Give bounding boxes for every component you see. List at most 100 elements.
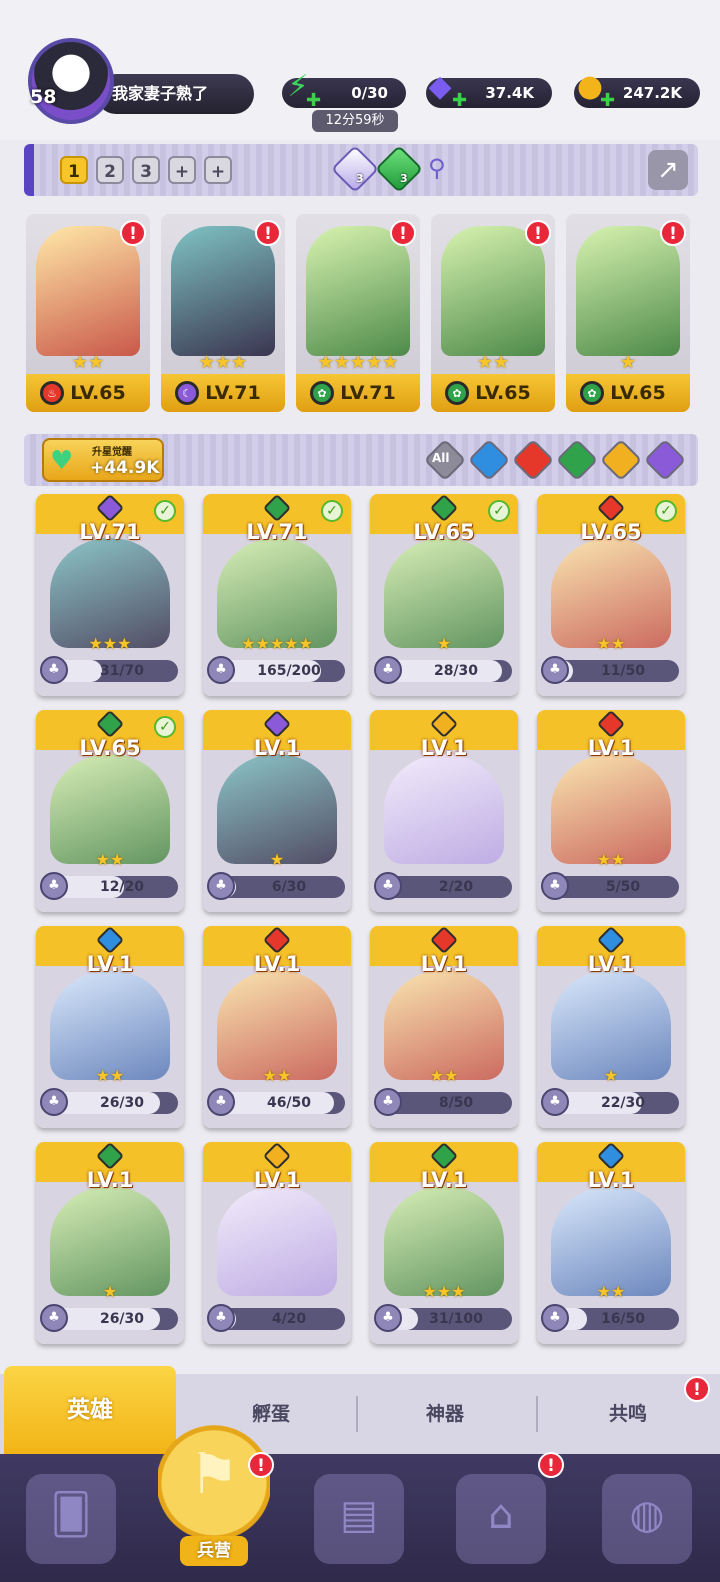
share-icon[interactable]: ↗ [648, 150, 688, 190]
fragment-icon: ♣ [207, 656, 235, 684]
team-hero-card[interactable]: ★★★ LV.71 ☾ ! [161, 214, 285, 412]
fragment-count: 2/20 [438, 879, 474, 895]
fragment-count: 22/30 [600, 1095, 646, 1111]
team-hero-card[interactable]: ★★ LV.65 ♨ ! [26, 214, 150, 412]
hero-level: LV.65 [413, 520, 475, 544]
fragment-count: 5/50 [605, 879, 641, 895]
hero-card[interactable]: ✓ LV.65 ★★ ♣ 11/50 [537, 494, 685, 696]
team-tab-1[interactable]: 1 [60, 156, 88, 184]
fragment-icon: ♣ [40, 656, 68, 684]
hero-portrait [217, 970, 337, 1080]
water-element-icon [596, 926, 626, 955]
hero-stars: ★ [603, 1066, 619, 1085]
team-tab-add-2[interactable]: + [204, 156, 232, 184]
hero-portrait [576, 226, 680, 356]
hero-card[interactable]: LV.1 ★★ ♣ 5/50 [537, 710, 685, 912]
fragment-count: 46/50 [266, 1095, 312, 1111]
energy-timer: 12分59秒 [312, 110, 398, 132]
awaken-label: 升星觉醒 [92, 447, 132, 458]
player-avatar[interactable] [28, 38, 114, 124]
filter-dark-icon[interactable] [643, 438, 687, 482]
fragment-count: 12/20 [99, 879, 145, 895]
fragment-icon: ♣ [40, 872, 68, 900]
hero-level: LV.71 [79, 520, 141, 544]
player-level: 58 [30, 86, 57, 108]
top-bar: 58 我家妻子熟了 0/30 ⚡ ✚ 12分59秒 37.4K ◆ ✚ 247.… [0, 0, 720, 140]
hero-card[interactable]: LV.1 ★★ ♣ 16/50 [537, 1142, 685, 1344]
nav-guild[interactable]: ◍ [602, 1474, 692, 1564]
hero-card[interactable]: LV.1 ★ ♣ 22/30 [537, 926, 685, 1128]
team-tab-add-1[interactable]: + [168, 156, 196, 184]
hero-level: LV.1 [587, 736, 635, 760]
filter-water-icon[interactable] [467, 438, 511, 482]
team-hero-card[interactable]: ★ LV.65 ✿ ! [566, 214, 690, 412]
hero-portrait [384, 1186, 504, 1296]
filter-light-icon[interactable] [599, 438, 643, 482]
hero-card[interactable]: ✓ LV.71 ★★★ ♣ 31/70 [36, 494, 184, 696]
coin-add-icon[interactable]: ✚ [600, 90, 615, 111]
fire-element-icon [596, 494, 626, 523]
dark-element-icon [262, 710, 292, 739]
search-icon[interactable]: ⚲ [428, 154, 446, 182]
barracks-alert-badge: ! [248, 1452, 274, 1478]
team-hero-card[interactable]: ★★ LV.65 ✿ ! [431, 214, 555, 412]
gem-value: 37.4K [485, 84, 534, 102]
team-hero-card[interactable]: ★★★★★ LV.71 ✿ ! [296, 214, 420, 412]
tab-artifacts[interactable]: 神器 [358, 1374, 532, 1454]
hero-card[interactable]: LV.1 ♣ 4/20 [203, 1142, 351, 1344]
filter-fire-icon[interactable] [511, 438, 555, 482]
filter-nature-icon[interactable] [555, 438, 599, 482]
hero-level: LV.1 [253, 952, 301, 976]
team-tab-2[interactable]: 2 [96, 156, 124, 184]
player-name[interactable]: 我家妻子熟了 [96, 74, 254, 114]
nature-element-icon: ✿ [310, 381, 334, 405]
energy-add-icon[interactable]: ✚ [306, 90, 321, 111]
hero-card[interactable]: LV.1 ★★★ ♣ 31/100 [370, 1142, 518, 1344]
nav-cards[interactable]: 🂠 [26, 1474, 116, 1564]
fragment-icon: ♣ [541, 872, 569, 900]
gem-add-icon[interactable]: ✚ [452, 90, 467, 111]
nav-castle[interactable]: ⌂ [456, 1474, 546, 1564]
hero-alert-badge: ! [120, 220, 146, 246]
hero-card[interactable]: LV.1 ♣ 2/20 [370, 710, 518, 912]
fragment-progress-bar: ♣ 46/50 [207, 1088, 345, 1116]
hero-card[interactable]: ✓ LV.71 ★★★★★ ♣ 165/200 [203, 494, 351, 696]
light-gem-count: 3 [356, 172, 364, 185]
tab-heroes[interactable]: 英雄 [4, 1366, 176, 1454]
nature-element-icon [429, 1142, 459, 1171]
hero-portrait [384, 538, 504, 648]
water-element-icon [95, 926, 125, 955]
hero-card[interactable]: LV.1 ★ ♣ 6/30 [203, 710, 351, 912]
fragment-icon: ♣ [374, 1304, 402, 1332]
fire-element-icon [596, 710, 626, 739]
castle-alert-badge: ! [538, 1452, 564, 1478]
hero-card[interactable]: LV.1 ★★ ♣ 46/50 [203, 926, 351, 1128]
hero-portrait [441, 226, 545, 356]
nav-battle[interactable]: ▤ [314, 1474, 404, 1564]
hero-card[interactable]: LV.1 ★★ ♣ 8/50 [370, 926, 518, 1128]
hero-card[interactable]: ✓ LV.65 ★★ ♣ 12/20 [36, 710, 184, 912]
water-element-icon [596, 1142, 626, 1171]
hero-stars: ★★★ [88, 634, 132, 653]
light-element-icon [429, 710, 459, 739]
coin-value: 247.2K [622, 84, 682, 102]
hero-card[interactable]: ✓ LV.65 ★ ♣ 28/30 [370, 494, 518, 696]
nature-element-icon [262, 494, 292, 523]
hero-portrait [50, 1186, 170, 1296]
hero-portrait [551, 1186, 671, 1296]
nav-barracks[interactable]: ⚑ 兵营 [158, 1422, 270, 1582]
hero-stars: ★★★ [198, 352, 248, 373]
hero-portrait [50, 970, 170, 1080]
awaken-button[interactable]: ♥ 升星觉醒 +44.9K [42, 438, 164, 482]
hero-portrait [551, 538, 671, 648]
hero-portrait [217, 1186, 337, 1296]
hero-card[interactable]: LV.1 ★★ ♣ 26/30 [36, 926, 184, 1128]
hero-card[interactable]: LV.1 ★ ♣ 26/30 [36, 1142, 184, 1344]
fragment-count: 4/20 [271, 1311, 307, 1327]
awaken-value: +44.9K [90, 458, 160, 478]
team-tab-3[interactable]: 3 [132, 156, 160, 184]
light-gem-icon [330, 144, 380, 194]
fragment-progress-bar: ♣ 31/70 [40, 656, 178, 684]
fragment-progress-bar: ♣ 28/30 [374, 656, 512, 684]
fragment-icon: ♣ [40, 1304, 68, 1332]
